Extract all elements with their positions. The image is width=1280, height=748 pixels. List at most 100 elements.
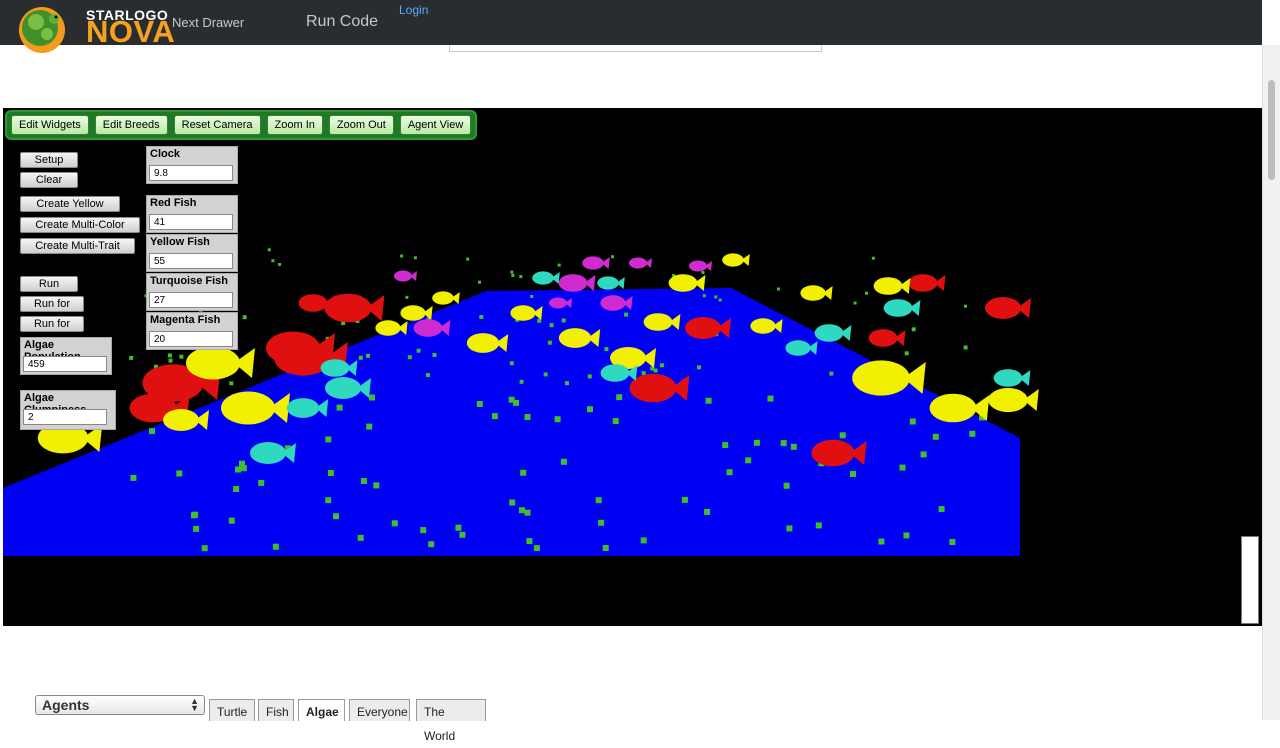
algae-agent <box>598 519 605 526</box>
fish-agent-tail <box>894 330 906 346</box>
create-multi-trait-fish-button[interactable]: Create Multi-Trait Fish <box>20 238 135 266</box>
fish-agent-tail <box>909 300 921 316</box>
turquoise-fish-label: Turquoise Fish <box>150 275 229 287</box>
algae-agent <box>519 379 524 384</box>
tab-everyone[interactable]: Everyone <box>349 699 410 721</box>
algae-agent <box>228 517 235 524</box>
fish-agent-tail <box>1017 298 1031 318</box>
fish-agent-tail <box>840 325 852 341</box>
algae-agent <box>491 413 498 420</box>
fish-agent <box>988 387 1028 413</box>
algae-agent <box>776 287 780 291</box>
algae-agent <box>333 513 339 520</box>
algae-agent <box>233 486 240 492</box>
magenta-fish-monitor: Magenta Fish 20 <box>146 312 238 350</box>
create-yellow-fish-button[interactable]: Create Yellow Fish <box>20 196 120 224</box>
algae-agent <box>336 404 343 411</box>
edit-widgets-button[interactable]: Edit Widgets <box>11 115 89 135</box>
fish-agent <box>629 373 677 403</box>
algae-agent <box>190 512 197 519</box>
algae-agent <box>964 304 967 308</box>
algae-agent <box>697 365 701 370</box>
algae-agent <box>510 270 514 274</box>
algae-agent <box>179 354 184 359</box>
zoom-in-button[interactable]: Zoom In <box>266 115 323 135</box>
fish-agent <box>286 398 320 418</box>
algae-clumpiness-slider[interactable]: Algae Clumpiness 2 <box>20 390 116 430</box>
algae-agent <box>176 470 183 477</box>
fish-agent-tail <box>822 286 833 300</box>
fish-agent <box>750 318 776 334</box>
algae-agent <box>878 538 885 545</box>
algae-agent <box>853 301 857 305</box>
viewport-scrollbar[interactable] <box>1241 536 1259 624</box>
algae-population-monitor: Algae Population 459 <box>20 337 112 375</box>
fish-agent <box>814 324 844 342</box>
tab-algae[interactable]: Algae <box>298 699 345 721</box>
starlogo-nova-logo[interactable]: STARLOGO NOVA <box>16 2 175 54</box>
algae-agent <box>963 345 968 350</box>
algae-agent <box>413 256 417 260</box>
zoom-out-button[interactable]: Zoom Out <box>328 115 394 135</box>
create-multi-color-fish-button[interactable]: Create Multi-Color Fish <box>20 217 140 245</box>
clock-value: 9.8 <box>149 165 233 181</box>
tab-fish[interactable]: Fish <box>258 699 294 721</box>
algae-agent <box>705 397 712 404</box>
algae-agent <box>366 423 373 430</box>
algae-agent <box>704 508 711 515</box>
agent-view-button[interactable]: Agent View <box>399 115 472 135</box>
algae-agent <box>479 315 484 319</box>
fish-agent <box>549 297 567 309</box>
red-fish-value: 41 <box>149 214 233 230</box>
run-button[interactable]: Run <box>20 276 78 292</box>
algae-agent <box>745 457 752 464</box>
algae-agent <box>524 509 531 516</box>
algae-agent <box>416 348 421 353</box>
simulation-scene <box>3 248 1039 556</box>
reset-camera-button[interactable]: Reset Camera <box>173 115 261 135</box>
algae-agent <box>400 254 404 258</box>
algae-clumpiness-value[interactable]: 2 <box>23 409 107 425</box>
fish-agent <box>985 297 1021 319</box>
next-drawer-link[interactable]: Next Drawer <box>172 15 244 30</box>
agent-select-dropdown[interactable]: Agents ▲ ▼ <box>35 695 205 715</box>
fish-agent-tail <box>645 258 652 268</box>
algae-agent <box>420 527 427 534</box>
algae-agent <box>360 478 367 484</box>
login-link[interactable]: Login <box>399 3 428 17</box>
algae-agent <box>129 355 134 360</box>
page-scrollbar-thumb[interactable] <box>1268 80 1275 180</box>
clear-button[interactable]: Clear <box>20 172 78 188</box>
fish-agent <box>643 313 673 331</box>
logo-nova-text: NOVA <box>86 14 176 49</box>
algae-agent <box>508 396 515 403</box>
tab-the-world[interactable]: The World <box>416 699 486 743</box>
select-arrows-icon: ▲ ▼ <box>190 696 199 713</box>
algae-agent <box>543 372 548 377</box>
algae-agent <box>526 538 533 545</box>
algae-agent <box>242 315 247 320</box>
fish-agent-tail <box>1019 370 1031 386</box>
simulation-viewport[interactable]: Edit Widgets Edit Breeds Reset Camera Zo… <box>3 108 1262 626</box>
setup-button[interactable]: Setup <box>20 152 78 168</box>
algae-agent <box>611 255 614 259</box>
fish-agent-tail <box>741 254 750 266</box>
edit-breeds-button[interactable]: Edit Breeds <box>94 115 168 135</box>
run-for-30-button[interactable]: Run for 30 <box>20 316 84 344</box>
algae-agent <box>718 298 722 302</box>
algae-agent <box>130 474 137 481</box>
fish-agent-tail <box>366 295 385 321</box>
page-scrollbar[interactable] <box>1262 45 1280 720</box>
fish-agent <box>800 285 826 301</box>
tab-turtle[interactable]: Turtle <box>209 699 255 721</box>
run-for-60-button[interactable]: Run for 60 <box>20 296 84 324</box>
algae-agent <box>595 497 602 504</box>
algae-agent <box>271 259 275 263</box>
fish-agent <box>883 299 913 317</box>
clock-monitor: Clock 9.8 <box>146 146 238 184</box>
run-code-link[interactable]: Run Code <box>306 13 378 31</box>
algae-agent <box>524 414 531 420</box>
fish-agent <box>250 442 286 464</box>
algae-agent <box>369 394 375 401</box>
yellow-fish-monitor: Yellow Fish 55 <box>146 234 238 272</box>
